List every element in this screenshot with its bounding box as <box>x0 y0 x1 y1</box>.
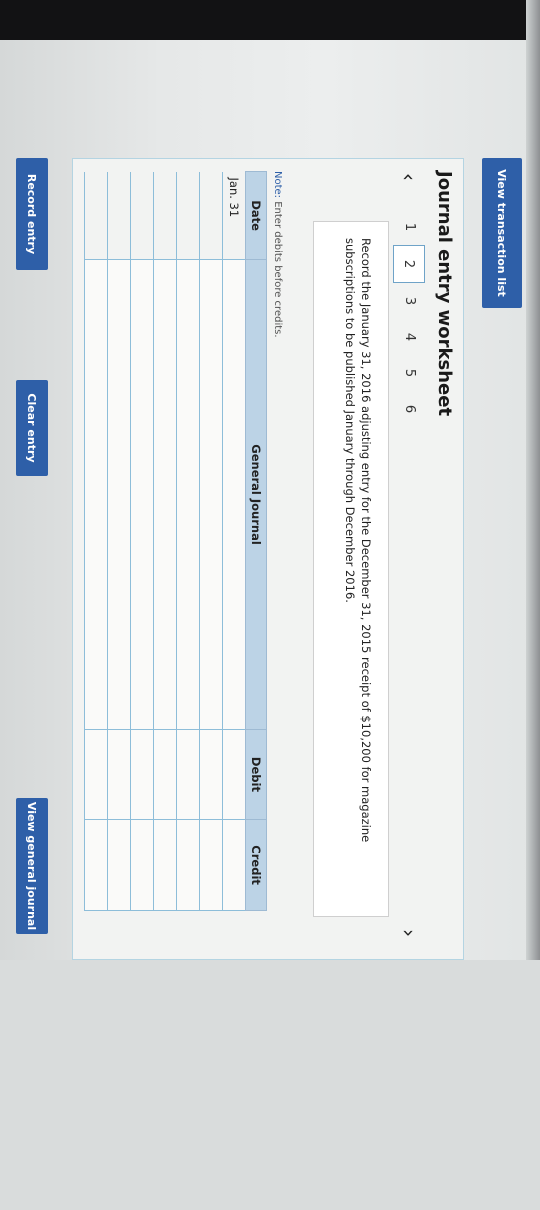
debit-input[interactable] <box>222 729 246 820</box>
journal-header-row: Date General Journal Debit Credit <box>245 171 267 911</box>
page-6[interactable]: 6 <box>395 391 425 427</box>
date-header: Date <box>245 171 267 260</box>
account-select[interactable] <box>130 259 154 730</box>
account-select[interactable] <box>176 259 200 730</box>
debit-input[interactable] <box>107 729 131 820</box>
debit-input[interactable] <box>153 729 177 820</box>
debit-input[interactable] <box>84 729 108 820</box>
page-4[interactable]: 4 <box>395 319 425 355</box>
credit-input[interactable] <box>222 819 246 911</box>
account-select[interactable] <box>84 259 108 730</box>
monitor-edge <box>526 0 540 960</box>
credit-input[interactable] <box>107 819 131 911</box>
table-row: Jan. 31 <box>222 171 246 911</box>
journal-entry-worksheet-panel: Journal entry worksheet ‹ 1 2 3 4 5 6 › … <box>72 158 464 960</box>
entry-prompt: Record the January 31, 2016 adjusting en… <box>343 238 373 843</box>
worksheet-title: Journal entry worksheet <box>434 171 455 417</box>
page-3[interactable]: 3 <box>395 283 425 319</box>
credit-input[interactable] <box>199 819 223 911</box>
note-label: Note: <box>272 171 283 199</box>
debit-input[interactable] <box>130 729 154 820</box>
note-text: Note: Enter debits before credits. <box>272 171 283 338</box>
date-cell <box>199 171 223 260</box>
journal-table: Date General Journal Debit Credit Jan. 3… <box>84 171 267 911</box>
debit-input[interactable] <box>199 729 223 820</box>
page-5[interactable]: 5 <box>395 355 425 391</box>
date-cell <box>153 171 177 260</box>
general-journal-header: General Journal <box>245 259 267 730</box>
date-cell: Jan. 31 <box>222 171 246 260</box>
date-cell <box>176 171 200 260</box>
account-select[interactable] <box>222 259 246 730</box>
date-cell <box>130 171 154 260</box>
credit-input[interactable] <box>153 819 177 911</box>
record-entry-button[interactable]: Record entry <box>16 158 48 270</box>
table-row <box>84 171 108 911</box>
account-select[interactable] <box>107 259 131 730</box>
page-1[interactable]: 1 <box>395 209 425 245</box>
clear-entry-button[interactable]: Clear entry <box>16 380 48 476</box>
credit-input[interactable] <box>176 819 200 911</box>
page-2-active[interactable]: 2 <box>393 245 425 283</box>
page-selector: 1 2 3 4 5 6 <box>393 209 425 427</box>
table-row <box>176 171 200 911</box>
date-cell <box>84 171 108 260</box>
chevron-right-icon[interactable]: › <box>397 929 421 937</box>
table-row <box>107 171 131 911</box>
table-row <box>153 171 177 911</box>
debit-header: Debit <box>245 729 267 820</box>
note-body: Enter debits before credits. <box>272 201 283 338</box>
account-select[interactable] <box>153 259 177 730</box>
table-row <box>199 171 223 911</box>
chevron-left-icon[interactable]: ‹ <box>397 173 421 181</box>
account-select[interactable] <box>199 259 223 730</box>
credit-header: Credit <box>245 819 267 911</box>
view-transaction-list-button[interactable]: View transaction list <box>482 158 522 308</box>
credit-input[interactable] <box>84 819 108 911</box>
table-row <box>130 171 154 911</box>
debit-input[interactable] <box>176 729 200 820</box>
prompt-box: Record the January 31, 2016 adjusting en… <box>313 221 389 917</box>
view-general-journal-button[interactable]: View general journal <box>16 798 48 934</box>
date-cell <box>107 171 131 260</box>
worksheet-canvas: View transaction list Journal entry work… <box>2 158 522 960</box>
credit-input[interactable] <box>130 819 154 911</box>
